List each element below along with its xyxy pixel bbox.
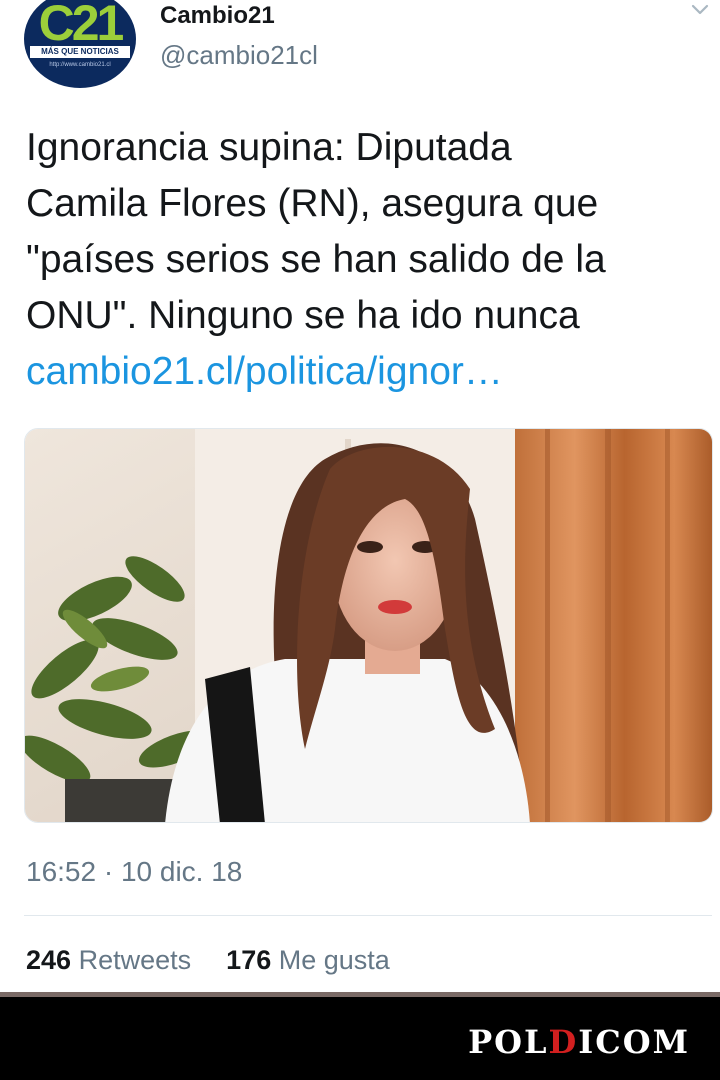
- watermark-part2: ICOM: [578, 1023, 690, 1061]
- chevron-down-icon[interactable]: [690, 2, 710, 18]
- tweet-timestamp[interactable]: 16:52 · 10 dic. 18: [26, 856, 242, 888]
- tweet-link[interactable]: cambio21.cl/politica/ignor…: [26, 344, 706, 400]
- avatar-logo: C21: [24, 0, 136, 48]
- avatar-url: http://www.cambio21.cl: [49, 62, 111, 68]
- retweets-count[interactable]: 246: [26, 945, 71, 975]
- tweet-text-line: Ignorancia supina: Diputada: [26, 126, 512, 169]
- avatar-tagline: MÁS QUE NOTICIAS: [30, 46, 130, 58]
- tweet-text-line: ONU". Ninguno se ha ido nunca: [26, 294, 580, 337]
- photo-image: [25, 429, 712, 822]
- likes-label[interactable]: Me gusta: [279, 945, 390, 975]
- tweet-photo[interactable]: [24, 428, 713, 823]
- tweet-text: Ignorancia supina: Diputada Camila Flore…: [26, 120, 706, 400]
- watermark-logo: POLDICOM: [468, 1023, 690, 1061]
- display-name[interactable]: Cambio21: [160, 2, 275, 30]
- watermark-accent: D: [548, 1023, 579, 1061]
- watermark-bar: POLDICOM: [0, 997, 720, 1080]
- watermark-part1: POL: [468, 1023, 549, 1061]
- retweets-label[interactable]: Retweets: [79, 945, 192, 975]
- likes-count[interactable]: 176: [226, 945, 271, 975]
- tweet-stats: 246 Retweets 176 Me gusta: [26, 945, 390, 976]
- account-handle[interactable]: @cambio21cl: [160, 40, 318, 71]
- divider: [24, 915, 712, 916]
- profile-avatar[interactable]: C21 MÁS QUE NOTICIAS http://www.cambio21…: [24, 0, 136, 88]
- tweet-text-line: Camila Flores (RN), asegura que: [26, 182, 599, 225]
- tweet-text-line: "países serios se han salido de la: [26, 238, 606, 281]
- avatar-logo-text: C21: [38, 0, 125, 51]
